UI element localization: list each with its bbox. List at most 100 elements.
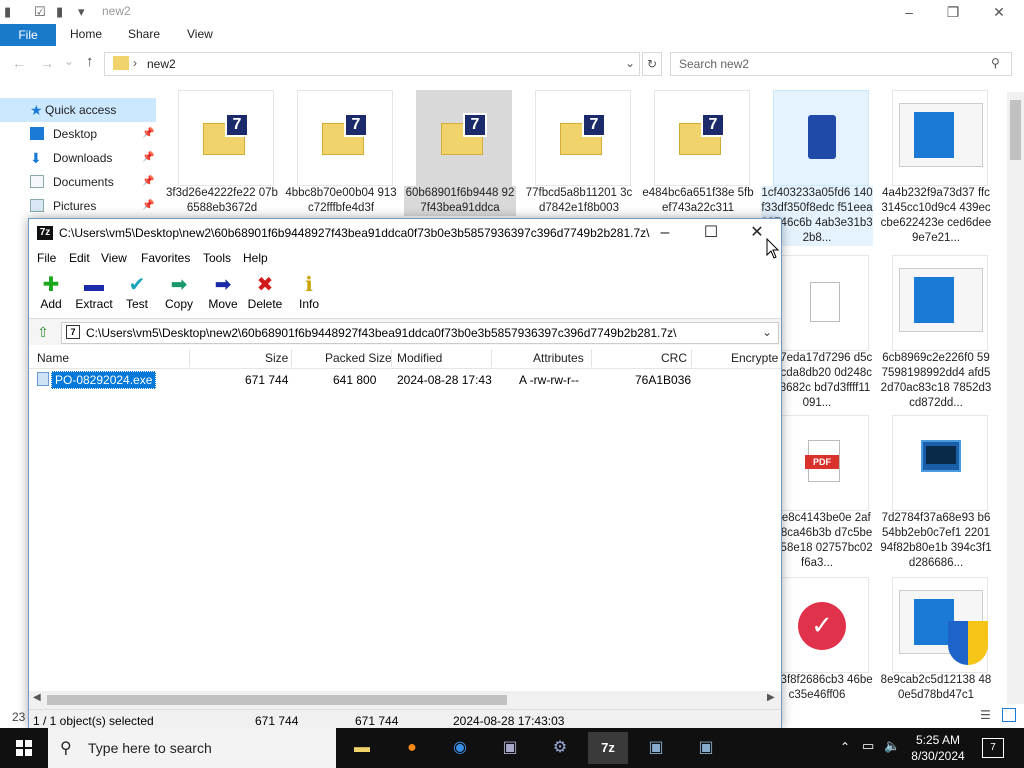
column-attributes[interactable]: Attributes [533,351,584,365]
extract-icon: ▬ [84,274,104,296]
network-icon[interactable]: ▭ [862,738,874,754]
status-packed: 671 744 [355,714,399,728]
scrollbar-thumb[interactable] [47,695,507,705]
maximize-icon[interactable]: ❐ [930,0,976,24]
nav-item-downloads[interactable]: ⬇ Downloads 📌 [0,146,156,170]
column-name[interactable]: Name [37,351,69,365]
test-button[interactable]: ✔ Test [115,273,159,317]
file-tile[interactable]: 4a4b232f9a73d37 ffc3145cc10d9c4 439eccbe… [872,90,991,248]
up-arrow-icon[interactable]: ↑ [86,53,94,70]
new-folder-icon[interactable]: ▮ [56,4,63,20]
network-app-taskbar-icon[interactable]: ▣ [490,732,530,764]
recent-locations-icon[interactable]: ⌄ [64,54,74,68]
add-icon: ✚ [42,274,60,296]
menu-help[interactable]: Help [243,251,268,265]
column-modified[interactable]: Modified [397,351,442,365]
7zip-address-bar[interactable]: 7 C:\Users\vm5\Desktop\new2\60b68901f6b9… [61,322,779,344]
ribbon-tabs: File Home Share View [0,24,1024,46]
taskbar-search-input[interactable]: ⚲ Type here to search [48,728,336,768]
extract-button[interactable]: ▬ Extract [71,273,117,317]
tab-view[interactable]: View [187,27,213,41]
table-row[interactable]: PO-08292024.exe 671 744 641 800 2024-08-… [29,369,781,389]
search-input[interactable]: Search new2 ⚲ [670,52,1012,76]
back-arrow-icon[interactable]: ← [12,55,26,71]
7zip-archive-icon: 7 [66,325,80,339]
monitor-app-2-taskbar-icon[interactable]: ▣ [686,732,726,764]
file-tile[interactable]: 6cb8969c2e226f0 597598198992dd4 afd52d70… [872,255,992,413]
up-folder-icon[interactable]: ⇧ [33,324,53,342]
details-view-icon[interactable]: ☰ [980,708,991,722]
tray-chevron-up-icon[interactable]: ⌃ [840,740,850,754]
desktop-icon [30,127,44,140]
notification-center-icon[interactable]: 7 [982,738,1004,758]
thumbnail: 7 [535,90,631,186]
file-name-cell[interactable]: PO-08292024.exe [51,371,157,389]
file-name: e484bc6a651f38e 5fbef743a22c311 [642,187,754,214]
7zip-taskbar-icon[interactable]: 7z [588,732,628,764]
size-cell: 671 744 [245,373,289,387]
minimize-icon[interactable]: – [643,221,687,245]
file-name: 77fbcd5a8b11201 3cd7842e1f8b003 [525,187,633,214]
scroll-right-icon[interactable]: ▶ [767,692,775,703]
scroll-left-icon[interactable]: ◀ [33,692,41,703]
firefox-taskbar-icon[interactable]: ● [392,732,432,764]
explorer-scrollbar[interactable] [1007,92,1024,704]
address-row: ← → ⌄ ↑ › new2 ⌄ ↻ Search new2 ⚲ [0,50,1024,78]
file-explorer-taskbar-icon[interactable]: ▬ [342,732,382,764]
thumbnail: ✓ [773,577,869,673]
column-encrypted[interactable]: Encrypte [731,351,778,365]
nav-item-quick-access[interactable]: ★ Quick access [0,98,156,122]
start-button[interactable] [0,728,48,768]
nav-item-documents[interactable]: Documents 📌 [0,170,156,194]
tab-home[interactable]: Home [70,27,102,41]
menu-view[interactable]: View [101,251,127,265]
minimize-icon[interactable]: – [886,0,932,24]
horizontal-scrollbar[interactable]: ◀ ▶ [29,691,781,709]
menu-file[interactable]: File [37,251,56,265]
search-icon: ⚲ [60,740,72,757]
customize-toolbar-icon[interactable]: ▾ [78,4,85,20]
clock[interactable]: 5:25 AM 8/30/2024 [908,732,968,764]
nav-item-desktop[interactable]: Desktop 📌 [0,122,156,146]
info-button[interactable]: ℹ Info [287,273,331,317]
move-button[interactable]: ➡ Move [201,273,245,317]
packed-size-cell: 641 800 [333,373,377,387]
status-selected: 1 / 1 object(s) selected [33,714,154,728]
delete-button[interactable]: ✖ Delete [243,273,287,317]
menu-favorites[interactable]: Favorites [141,251,190,265]
7zip-archive-icon: 7 [679,113,727,157]
chevron-down-icon[interactable]: ⌄ [762,325,772,339]
tab-share[interactable]: Share [128,27,160,41]
scrollbar-thumb[interactable] [1010,100,1021,160]
copy-button[interactable]: ➡ Copy [157,273,201,317]
large-icons-view-icon[interactable] [1002,708,1016,722]
properties-icon[interactable]: ☑ [34,4,46,20]
close-icon[interactable]: ✕ [976,0,1022,24]
file-tile[interactable]: 8e9cab2c5d12138 480e5d78bd47c1 [872,577,991,735]
folder-icon [113,56,129,70]
pin-icon: 📌 [142,128,155,139]
window-app-icon [899,268,983,332]
monitor-app-taskbar-icon[interactable]: ▣ [636,732,676,764]
chrome-taskbar-icon[interactable]: ◉ [440,732,480,764]
file-tile[interactable]: 7d2784f37a68e93 b654bb2eb0c7ef1 220194f8… [872,415,992,573]
column-crc[interactable]: CRC [661,351,687,365]
terminal-app-icon [921,440,961,472]
file-name: 6cb8969c2e226f0 597598198992dd4 afd52d70… [880,352,992,409]
maximize-icon[interactable]: ☐ [689,221,733,245]
tab-file[interactable]: File [0,24,56,46]
menu-edit[interactable]: Edit [69,251,90,265]
column-packed-size[interactable]: Packed Size [325,351,392,365]
forward-arrow-icon[interactable]: → [40,55,54,71]
nav-item-pictures[interactable]: Pictures 📌 [0,194,156,218]
add-button[interactable]: ✚ Add [29,273,73,317]
volume-muted-icon[interactable]: 🔈 [884,738,900,754]
column-size[interactable]: Size [265,351,288,365]
breadcrumb-chevron-icon: › [133,56,137,70]
tools-app-taskbar-icon[interactable]: ⚙ [540,732,580,764]
7zip-archive-icon: 7 [560,113,608,157]
menu-tools[interactable]: Tools [203,251,231,265]
address-bar[interactable]: › new2 ⌄ [104,52,640,76]
refresh-icon[interactable]: ↻ [642,52,662,76]
chevron-down-icon[interactable]: ⌄ [625,56,635,70]
